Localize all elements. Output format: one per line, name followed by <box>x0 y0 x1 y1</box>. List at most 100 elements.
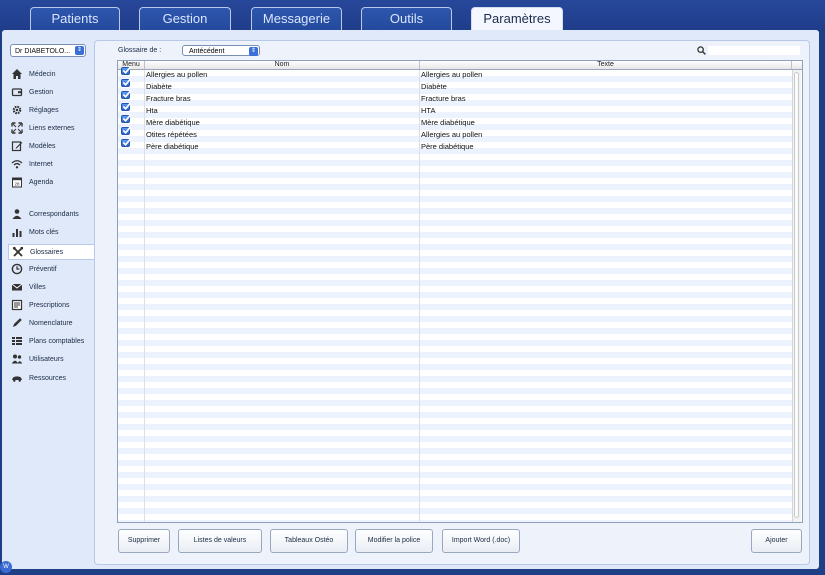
glossary-label: Glossaire de : <box>118 47 162 54</box>
sidebar-item-label: Préventif <box>29 266 57 273</box>
value-lists-button[interactable]: Listes de valeurs <box>178 529 262 553</box>
table-body: Allergies au pollen Allergies au pollen Di… <box>118 66 793 522</box>
sidebar-item[interactable]: Utilisateurs <box>10 352 90 368</box>
sidebar-item-label: Liens externes <box>29 125 75 132</box>
house-icon <box>11 68 23 80</box>
pencil-square-icon <box>11 140 23 152</box>
cell-texte: Fracture bras <box>421 94 466 103</box>
checkmark-icon <box>122 126 131 134</box>
cell-texte: Allergies au pollen <box>421 130 483 139</box>
cell-nom: Mère diabétique <box>146 118 200 127</box>
sidebar-item[interactable]: Nomenclature <box>10 316 90 332</box>
pen-icon <box>11 317 23 329</box>
table-row[interactable]: Fracture bras Fracture bras <box>118 90 793 103</box>
document-icon <box>11 299 23 311</box>
wallet-icon <box>11 86 23 98</box>
osteo-tables-button[interactable]: Tableaux Ostéo <box>270 529 348 553</box>
cell-nom: Otites répétées <box>146 130 197 139</box>
cell-nom: Père diabétique <box>146 142 199 151</box>
sidebar-item-label: Glossaires <box>30 249 64 256</box>
sidebar-item[interactable]: Plans comptables <box>10 334 90 350</box>
sidebar-item[interactable]: Ressources <box>10 371 90 387</box>
svg-text:28: 28 <box>14 182 20 187</box>
sidebar-item-label: Utilisateurs <box>29 356 64 363</box>
updown-arrow-icon: ⇕ <box>75 46 84 55</box>
sidebar-item-label: Internet <box>29 161 53 168</box>
delete-button[interactable]: Supprimer <box>118 529 170 553</box>
menu-checkbox[interactable] <box>121 126 131 135</box>
add-button[interactable]: Ajouter <box>751 529 802 553</box>
table-row[interactable]: Otites répétées Allergies au pollen <box>118 126 793 139</box>
glossary-type-value: Antécédent <box>189 48 225 55</box>
app-badge-icon: W <box>0 561 12 573</box>
sidebar-item[interactable]: Internet <box>10 157 90 173</box>
sidebar-item-label: Plans comptables <box>29 338 85 345</box>
menu-checkbox[interactable] <box>121 138 131 147</box>
menu-checkbox[interactable] <box>121 114 131 123</box>
wifi-icon <box>11 158 23 170</box>
sidebar-item[interactable]: Modèles <box>10 139 90 155</box>
sidebar-item[interactable]: Villes <box>10 280 90 296</box>
tab-gestion[interactable]: Gestion <box>139 7 231 30</box>
sidebar-item[interactable]: Préventif <box>10 262 90 278</box>
sidebar-item[interactable]: 28 Agenda <box>10 175 90 191</box>
car-icon <box>11 372 23 384</box>
sidebar-item[interactable]: Médecin <box>10 67 90 83</box>
search-input[interactable] <box>708 46 800 55</box>
sidebar-item-label: Prescriptions <box>29 302 70 309</box>
sidebar-item-label: Gestion <box>29 89 54 96</box>
table-row[interactable]: Père diabétique Père diabétique <box>118 138 793 151</box>
sidebar-item[interactable]: Glossaires <box>8 244 94 260</box>
table-row[interactable]: Diabète Diabète <box>118 78 793 91</box>
cell-nom: Hta <box>146 106 158 115</box>
tab-outils[interactable]: Outils <box>361 7 452 30</box>
menu-checkbox[interactable] <box>121 102 131 111</box>
sidebar-item-label: Agenda <box>29 179 54 186</box>
table-row[interactable]: Mère diabétique Mère diabétique <box>118 114 793 127</box>
menu-checkbox[interactable] <box>121 90 131 99</box>
sidebar-item-label: Réglages <box>29 107 59 114</box>
cell-texte: Diabète <box>421 82 447 91</box>
table-row[interactable]: Hta HTA <box>118 102 793 115</box>
checkmark-icon <box>122 102 131 110</box>
change-font-button[interactable]: Modifier la police <box>355 529 433 553</box>
checkmark-icon <box>122 114 131 122</box>
import-word-button[interactable]: Import Word (.doc) <box>442 529 520 553</box>
checkmark-icon <box>122 78 131 86</box>
scrollbar-thumb[interactable] <box>794 72 799 518</box>
person-icon <box>11 208 23 220</box>
checkmark-icon <box>122 138 131 146</box>
updown-arrow-icon: ⇕ <box>249 47 258 56</box>
sidebar-item-label: Correspondants <box>29 211 79 218</box>
column-divider <box>144 70 145 522</box>
bar-chart-icon <box>11 226 23 238</box>
sidebar-item[interactable]: Liens externes <box>10 121 90 137</box>
sidebar-item[interactable]: Gestion <box>10 85 90 101</box>
sidebar-item[interactable]: Mots clés <box>10 225 90 241</box>
envelope-icon <box>11 281 23 293</box>
glossary-type-select[interactable]: Antécédent ⇕ <box>182 45 260 56</box>
menu-checkbox[interactable] <box>121 66 131 75</box>
checkmark-icon <box>122 66 131 74</box>
doctor-select[interactable]: Dr DIABETOLO... ⇕ <box>10 44 86 57</box>
tab-patients[interactable]: Patients <box>30 7 120 30</box>
sidebar-item-label: Villes <box>29 284 46 291</box>
cell-texte: HTA <box>421 106 436 115</box>
checkmark-icon <box>122 90 131 98</box>
search-icon <box>697 46 706 55</box>
gear-icon <box>11 104 23 116</box>
sidebar-item-label: Médecin <box>29 71 56 78</box>
sidebar-item[interactable]: Prescriptions <box>10 298 90 314</box>
doctor-select-value: Dr DIABETOLO... <box>15 48 71 55</box>
menu-checkbox[interactable] <box>121 78 131 87</box>
sidebar-item-label: Mots clés <box>29 229 59 236</box>
tab-messagerie[interactable]: Messagerie <box>251 7 342 30</box>
sidebar-item[interactable]: Correspondants <box>10 207 90 223</box>
column-divider <box>419 70 420 522</box>
table-row[interactable]: Allergies au pollen Allergies au pollen <box>118 66 793 79</box>
sidebar-item-label: Modèles <box>29 143 56 150</box>
users-icon <box>11 353 23 365</box>
vertical-scrollbar[interactable] <box>792 70 801 522</box>
sidebar-item[interactable]: Réglages <box>10 103 90 119</box>
tab-parametres[interactable]: Paramètres <box>471 7 563 31</box>
